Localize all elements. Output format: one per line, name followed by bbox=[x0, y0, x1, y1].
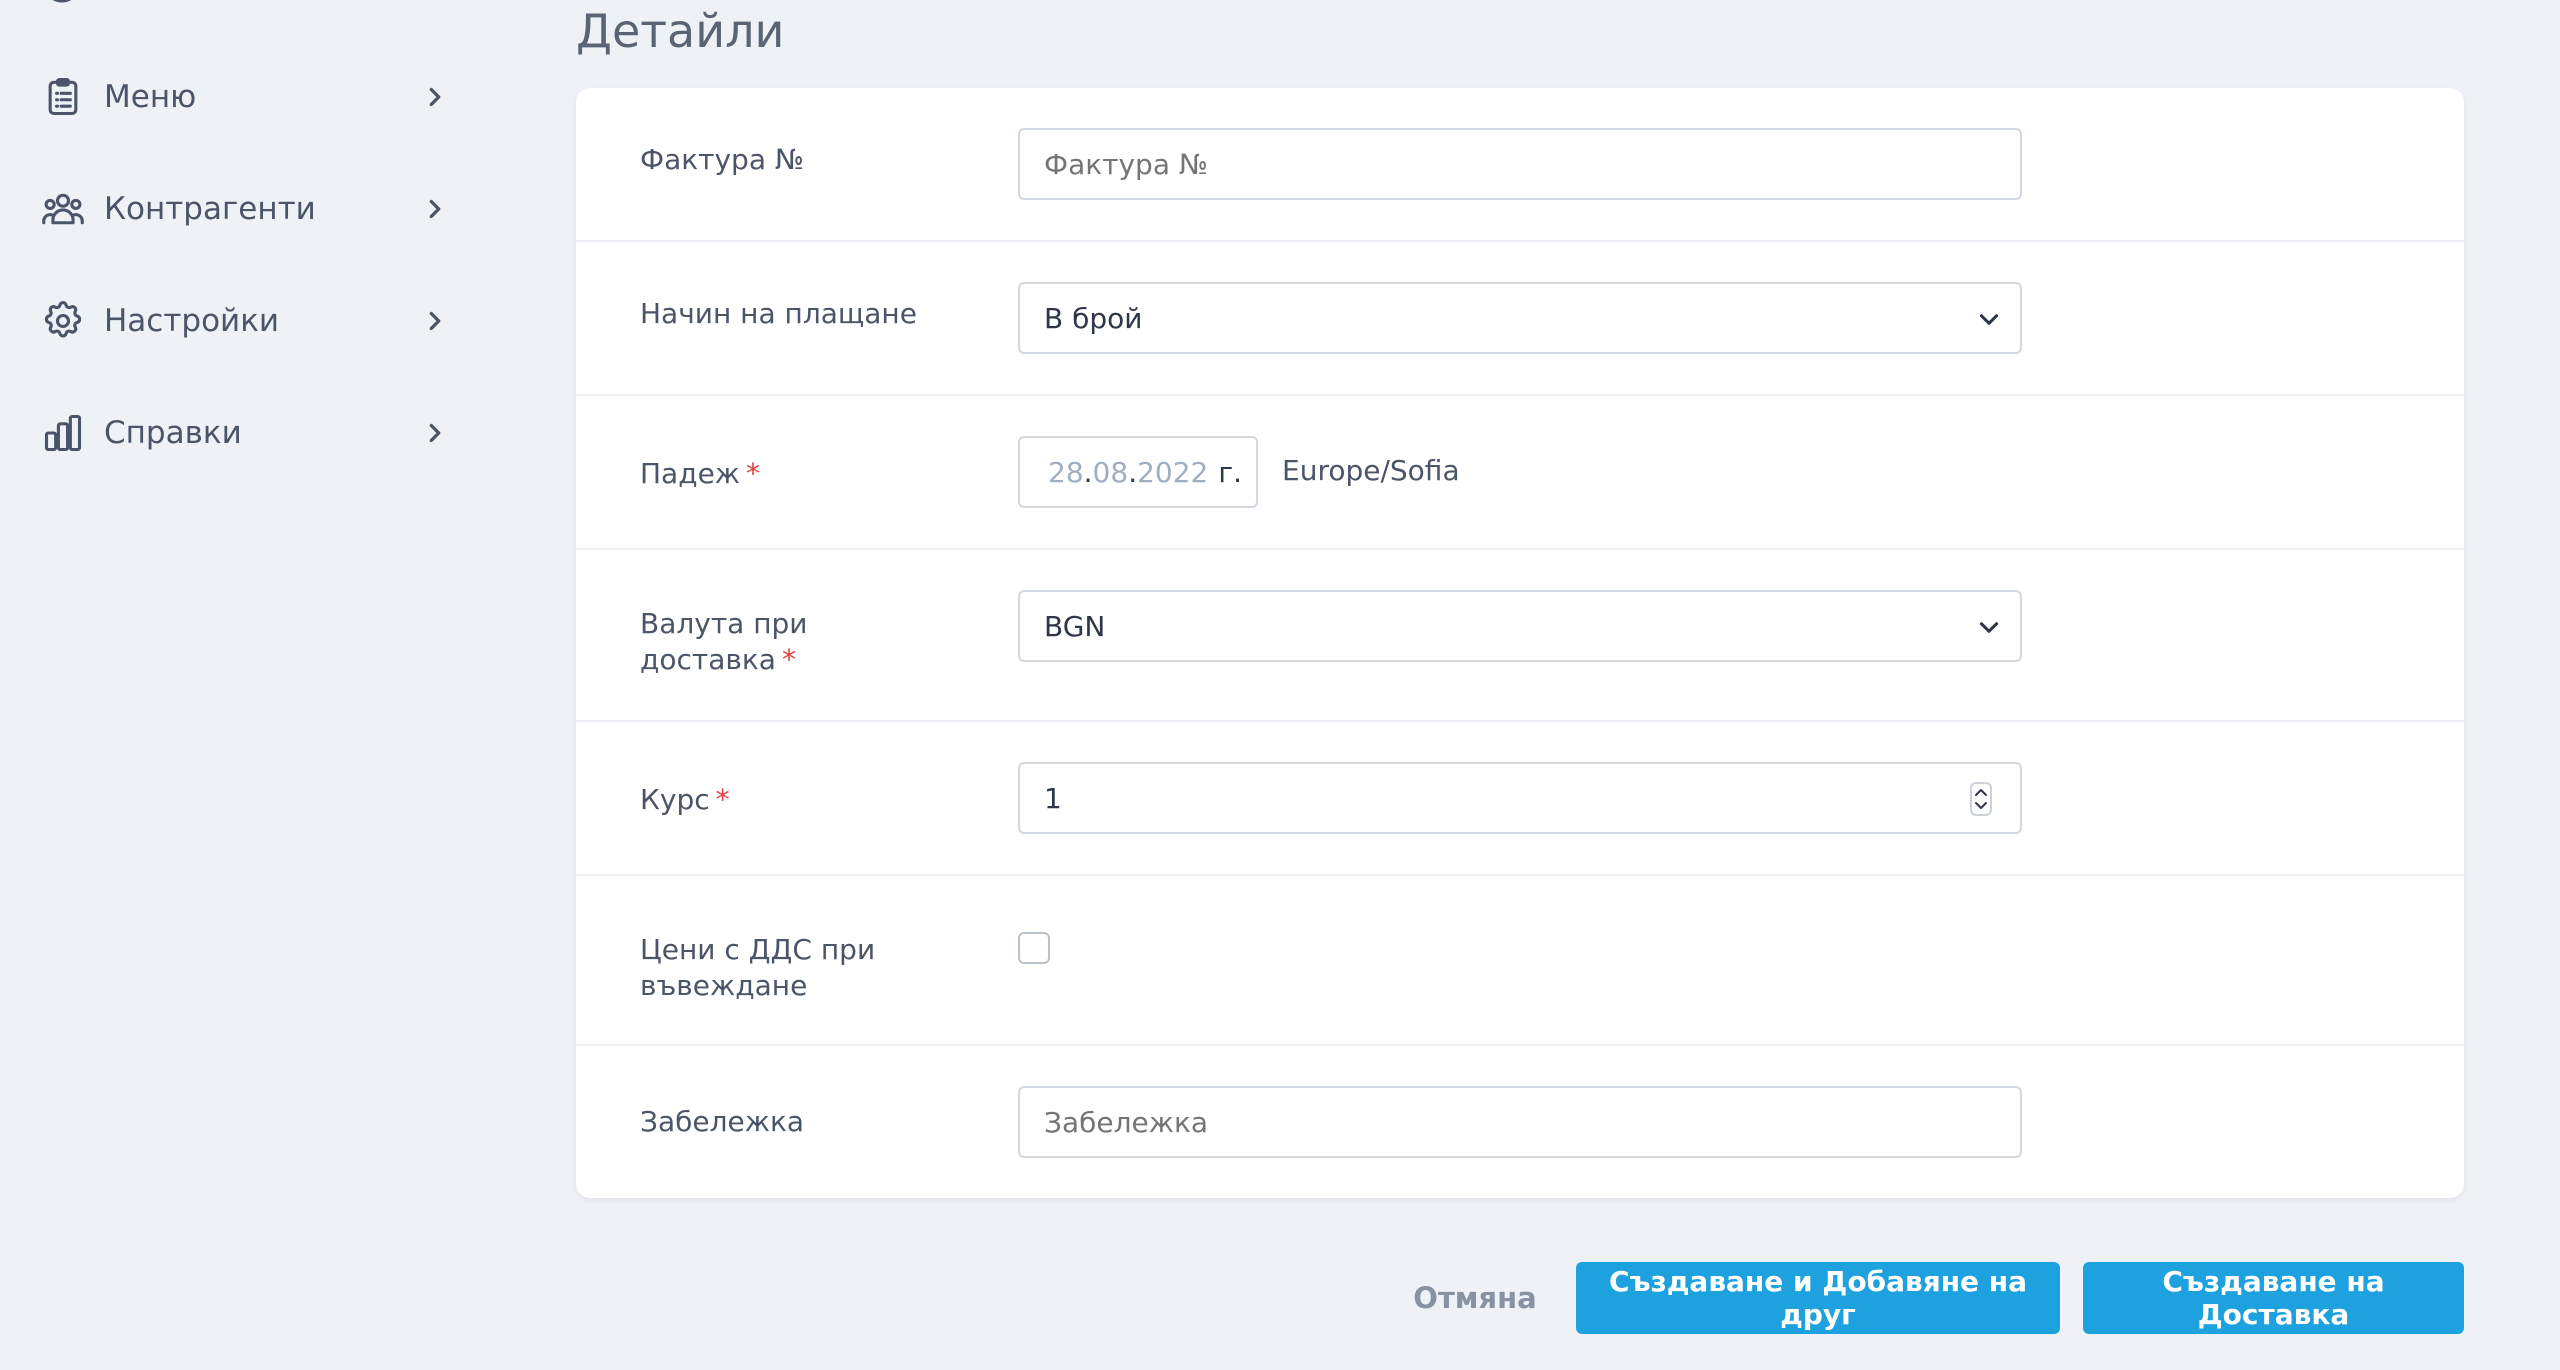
required-asterisk: * bbox=[781, 643, 796, 676]
payment-method-label: Начин на плащане bbox=[640, 297, 917, 330]
currency-label: Валута при доставка * bbox=[640, 607, 808, 676]
sidebar-item-label: Справки bbox=[104, 415, 242, 451]
form-row-due-date: Падеж * 28. 08. 2022 г. Europe/Sofia bbox=[576, 396, 2464, 550]
sidebar-item-reports[interactable]: Справки bbox=[40, 398, 450, 468]
invoice-number-input[interactable] bbox=[1018, 128, 2022, 200]
create-and-add-another-button[interactable]: Създаване и Добавяне на друг bbox=[1576, 1262, 2060, 1334]
payment-method-value: В брой bbox=[1044, 301, 1143, 335]
form-row-prices-vat: Цени с ДДС при въвеждане bbox=[576, 876, 2464, 1046]
date-separator: . bbox=[1128, 455, 1138, 489]
invoice-label: Фактура № bbox=[640, 143, 805, 176]
payment-method-select[interactable]: В брой bbox=[1018, 282, 2022, 354]
prices-vat-checkbox[interactable] bbox=[1018, 932, 1050, 964]
sidebar-item-label: Настройки bbox=[104, 303, 280, 339]
gear-icon bbox=[40, 298, 86, 344]
sidebar: Меню Контрагенти Настройки Справки bbox=[0, 0, 480, 1370]
details-card: Фактура № Начин на плащане В брой Падеж*… bbox=[576, 88, 2464, 1198]
note-label: Забележка bbox=[640, 1105, 805, 1138]
prices-vat-label: Цени с ДДС при въвеждане bbox=[640, 933, 876, 1002]
currency-value: BGN bbox=[1044, 609, 1106, 643]
form-row-currency: Валута при доставка * BGN bbox=[576, 550, 2464, 722]
chevron-down-icon bbox=[1979, 314, 1999, 325]
form-row-payment-method: Начин на плащане В брой bbox=[576, 242, 2464, 396]
due-date-label: Падеж * bbox=[640, 457, 761, 490]
create-delivery-button[interactable]: Създаване на Доставка bbox=[2083, 1262, 2464, 1334]
sidebar-item-settings[interactable]: Настройки bbox=[40, 286, 450, 356]
chevron-right-icon bbox=[429, 199, 441, 219]
cancel-button[interactable]: Отмяна bbox=[1410, 1266, 1540, 1330]
chevron-right-icon bbox=[429, 423, 441, 443]
chevron-right-icon bbox=[429, 87, 441, 107]
form-row-invoice: Фактура № bbox=[576, 88, 2464, 242]
due-date-day[interactable]: 28 bbox=[1048, 456, 1084, 489]
due-date-year[interactable]: 2022 bbox=[1137, 456, 1208, 489]
rate-input[interactable]: 1 bbox=[1018, 762, 2022, 834]
required-asterisk: * bbox=[746, 457, 761, 490]
chevron-right-icon bbox=[429, 311, 441, 331]
dashboard-icon bbox=[40, 0, 84, 8]
date-separator: . bbox=[1083, 455, 1093, 489]
sidebar-item-label: Меню bbox=[104, 79, 197, 115]
note-input[interactable] bbox=[1018, 1086, 2022, 1158]
date-suffix: г. bbox=[1218, 455, 1242, 489]
rate-label: Курс * bbox=[640, 783, 730, 816]
bar-chart-icon bbox=[40, 410, 86, 456]
users-icon bbox=[40, 186, 86, 232]
number-stepper-icon[interactable] bbox=[1970, 782, 1992, 816]
currency-select[interactable]: BGN bbox=[1018, 590, 2022, 662]
required-asterisk: * bbox=[715, 783, 730, 816]
form-row-rate: Курс * 1 bbox=[576, 722, 2464, 876]
timezone-label: Europe/Sofia bbox=[1282, 454, 1460, 487]
page-title: Детайли bbox=[576, 4, 785, 58]
sidebar-item-menu[interactable]: Меню bbox=[40, 62, 450, 132]
rate-value: 1 bbox=[1044, 781, 1062, 815]
due-date-month[interactable]: 08 bbox=[1093, 456, 1129, 489]
sidebar-item-contractors[interactable]: Контрагенти bbox=[40, 174, 450, 244]
chevron-down-icon bbox=[1979, 622, 1999, 633]
clipboard-list-icon bbox=[40, 74, 86, 120]
sidebar-item-label: Контрагенти bbox=[104, 191, 316, 227]
form-row-note: Забележка bbox=[576, 1046, 2464, 1198]
due-date-input[interactable]: 28. 08. 2022 г. bbox=[1018, 436, 1258, 508]
